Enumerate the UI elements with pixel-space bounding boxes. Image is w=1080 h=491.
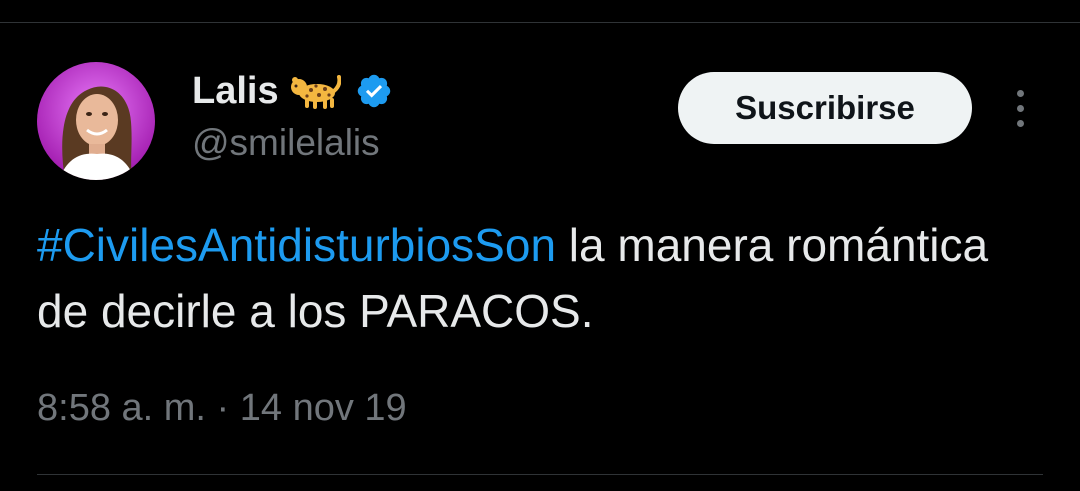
- verified-badge-icon[interactable]: [355, 72, 393, 110]
- bottom-divider: [37, 474, 1043, 475]
- subscribe-button[interactable]: Suscribirse: [678, 72, 972, 144]
- avatar[interactable]: [37, 62, 155, 180]
- display-name[interactable]: Lalis: [192, 70, 279, 113]
- tweet-text: #CivilesAntidisturbiosSon la manera romá…: [37, 212, 1037, 344]
- more-vertical-icon[interactable]: [1004, 84, 1036, 132]
- author-name-row[interactable]: Lalis: [192, 68, 393, 114]
- top-divider: [0, 22, 1080, 23]
- more-dot: [1016, 119, 1024, 127]
- hashtag-link[interactable]: #CivilesAntidisturbiosSon: [37, 219, 556, 271]
- username[interactable]: @smilelalis: [192, 122, 380, 164]
- more-dot: [1016, 89, 1024, 97]
- more-dot: [1016, 104, 1024, 112]
- meta-separator: ·: [205, 387, 240, 429]
- leopard-emoji-icon: [289, 71, 342, 111]
- avatar-image: [37, 62, 155, 180]
- tweet-time[interactable]: 8:58 a. m.: [37, 387, 206, 429]
- timestamp-row: 8:58 a. m. · 14 nov 19: [37, 387, 407, 430]
- tweet-date[interactable]: 14 nov 19: [240, 387, 407, 429]
